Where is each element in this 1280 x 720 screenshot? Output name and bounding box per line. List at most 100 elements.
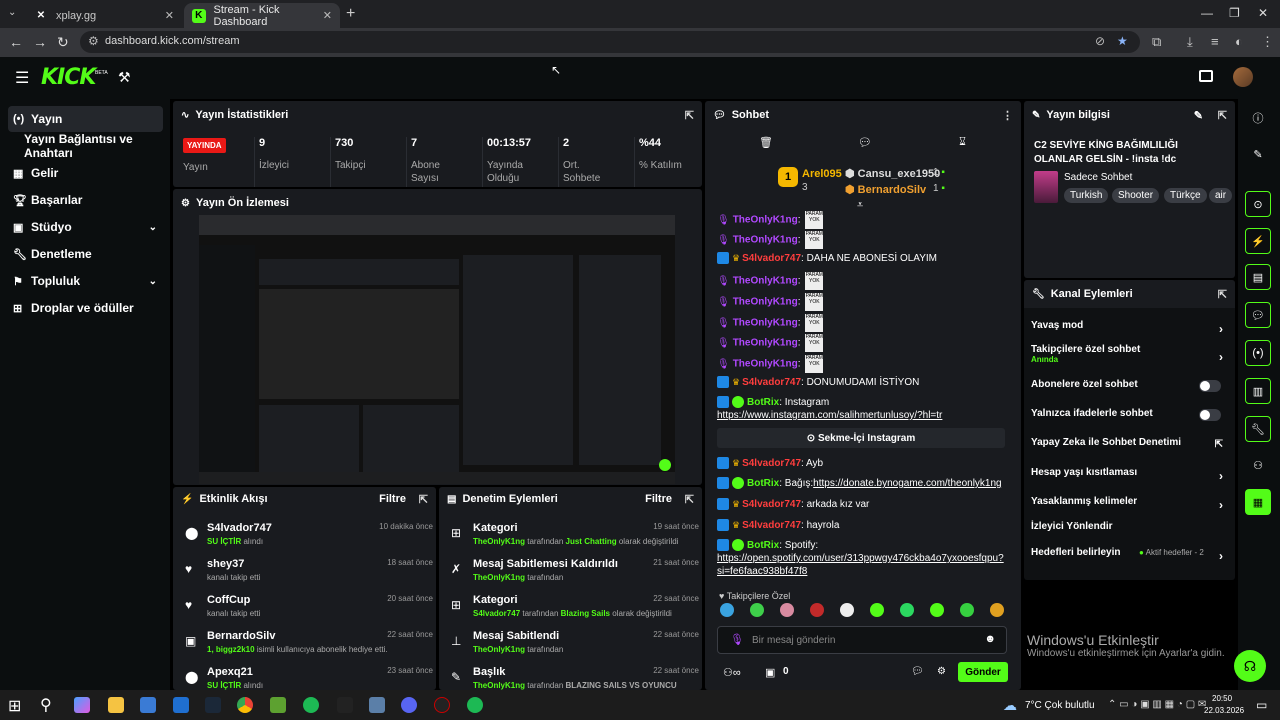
- event-user[interactable]: shey37: [207, 558, 244, 570]
- clock-time[interactable]: 20:50: [1212, 694, 1232, 703]
- emote[interactable]: [930, 603, 944, 617]
- bookmark-star-icon[interactable]: ★: [1117, 34, 1128, 48]
- sidebar-item-yayin[interactable]: (•) Yayın: [8, 106, 163, 132]
- emote[interactable]: [720, 603, 734, 617]
- app-icon[interactable]: [337, 697, 353, 713]
- sidebar-item-basarilar[interactable]: 🏆︎ Başarılar: [8, 187, 163, 213]
- menu-icon[interactable]: ⋮: [1261, 34, 1274, 50]
- tab-xplay[interactable]: ✕ xplay.gg ✕: [26, 3, 182, 28]
- trash-icon[interactable]: 🗑︎: [759, 136, 773, 149]
- emoji-icon[interactable]: ☻: [984, 633, 996, 645]
- emote[interactable]: [870, 603, 884, 617]
- profile-icon[interactable]: ◐: [1235, 34, 1243, 49]
- instagram-link[interactable]: https://www.instagram.com/salihmertunlus…: [717, 410, 942, 421]
- site-info-icon[interactable]: ⚙: [88, 34, 99, 48]
- back-icon[interactable]: ←: [9, 34, 23, 50]
- weather-text[interactable]: 7°C Çok bulutlu: [1025, 700, 1095, 711]
- popout-icon[interactable]: ⇱: [685, 109, 694, 122]
- donate-link[interactable]: https://donate.bynogame.com/theonlyk1ng: [813, 478, 1001, 489]
- clapper-icon[interactable]: ▦: [1245, 489, 1271, 515]
- app-icon[interactable]: [369, 697, 385, 713]
- new-tab-icon[interactable]: +: [346, 5, 355, 23]
- emote[interactable]: [840, 603, 854, 617]
- sidebar-item-gelir[interactable]: ▦ Gelir: [8, 160, 163, 186]
- close-tab-icon[interactable]: ✕: [165, 9, 174, 22]
- avatar[interactable]: [1233, 67, 1253, 87]
- instagram-button[interactable]: ⊙ Sekme-İçi Instagram: [717, 428, 1005, 448]
- filter-button[interactable]: Filtre: [645, 493, 672, 505]
- file-explorer-icon[interactable]: [108, 697, 124, 713]
- action-followers-only[interactable]: Takipçilere özel sohbet Anında ›: [1031, 344, 1223, 372]
- more-icon[interactable]: ⋮: [1002, 109, 1013, 122]
- info-icon[interactable]: ⓘ: [1245, 105, 1271, 131]
- event-user[interactable]: S4lvador747: [207, 522, 272, 534]
- hammer-icon[interactable]: ⚒: [118, 69, 131, 86]
- extensions-icon[interactable]: ⧉: [1152, 34, 1161, 50]
- help-icon[interactable]: ☊: [1234, 650, 1266, 682]
- search-icon[interactable]: ⚲: [40, 695, 52, 715]
- emotes-only-toggle[interactable]: [1199, 409, 1221, 421]
- popout-icon[interactable]: ⇱: [419, 493, 428, 506]
- close-tab-icon[interactable]: ✕: [323, 9, 332, 22]
- weather-icon[interactable]: ☁: [1003, 697, 1017, 714]
- discord-icon[interactable]: [401, 697, 417, 713]
- app-icon[interactable]: [434, 697, 450, 713]
- event-user[interactable]: CoffCup: [207, 594, 250, 606]
- steam-icon[interactable]: [205, 697, 221, 713]
- outlook-icon[interactable]: [173, 697, 189, 713]
- address-bar[interactable]: ⚙ dashboard.kick.com/stream ⊘ ★: [80, 31, 1140, 53]
- stream-info-icon[interactable]: ▥: [1245, 378, 1271, 404]
- media-icon[interactable]: ≡: [1211, 34, 1219, 49]
- action-emotes-only[interactable]: Yalnızca ifadelerle sohbet: [1031, 408, 1223, 428]
- stream-preview[interactable]: [199, 215, 675, 484]
- community-icon[interactable]: ⚇: [1245, 452, 1271, 478]
- spotify-icon[interactable]: [467, 697, 483, 713]
- spotify-link[interactable]: https://open.spotify.com/user/313ppwgy47…: [717, 553, 1004, 577]
- emote[interactable]: [960, 603, 974, 617]
- preview-toggle-icon[interactable]: ⊙: [1245, 191, 1271, 217]
- tab-search-icon[interactable]: ⌄: [8, 7, 16, 18]
- windows-start-icon[interactable]: ⊞: [8, 696, 21, 716]
- forward-icon[interactable]: →: [33, 34, 47, 50]
- points-icon[interactable]: ⚇∞: [723, 666, 741, 679]
- speech-icon[interactable]: 💬︎: [858, 136, 872, 149]
- emote[interactable]: [780, 603, 794, 617]
- lightning-icon[interactable]: ⚡: [1245, 228, 1271, 254]
- close-window-icon[interactable]: ✕: [1258, 6, 1268, 20]
- action-goals[interactable]: Hedefleri belirleyin ● Aktif hedefler - …: [1031, 547, 1223, 567]
- download-icon[interactable]: ⤓: [1187, 34, 1193, 50]
- emote[interactable]: [810, 603, 824, 617]
- broadcast-icon[interactable]: (•): [1245, 340, 1271, 366]
- emote[interactable]: [750, 603, 764, 617]
- chrome-icon[interactable]: [237, 697, 253, 713]
- notifications-icon[interactable]: ▭: [1256, 698, 1267, 712]
- app-icon[interactable]: [270, 697, 286, 713]
- action-host[interactable]: İzleyici Yönlendir: [1031, 521, 1223, 541]
- eye-off-icon[interactable]: ⊘: [1095, 34, 1105, 48]
- sidebar-item-studyo[interactable]: ▣ Stüdyo ⌄: [8, 214, 163, 240]
- action-slow-mode[interactable]: Yavaş mod ›: [1031, 320, 1223, 340]
- leader-second-name[interactable]: ⬢ Cansu_exe1950: [845, 167, 940, 180]
- tray-icons[interactable]: ⌃ ▭ ◑ ▣ ▥ ▦ ◔ ▢ ✉: [1108, 699, 1206, 710]
- leader-third-name[interactable]: ⬢ BernardoSilv: [845, 183, 926, 196]
- chat-icon[interactable]: 💬︎: [1245, 302, 1271, 328]
- maximize-icon[interactable]: ❐: [1229, 6, 1240, 20]
- edit-icon[interactable]: ✎: [1194, 109, 1203, 122]
- reload-icon[interactable]: ↻: [57, 34, 69, 51]
- popout-icon[interactable]: ⇱: [1218, 109, 1227, 122]
- edit-icon[interactable]: ✎: [1245, 141, 1271, 167]
- popout-icon[interactable]: ⇱: [685, 493, 694, 506]
- copilot-icon[interactable]: [74, 697, 90, 713]
- hamburger-menu-icon[interactable]: ☰: [15, 68, 29, 88]
- store-icon[interactable]: [140, 697, 156, 713]
- kick-logo[interactable]: KICK: [41, 65, 96, 90]
- chat-bubble-icon[interactable]: 💬︎: [911, 666, 924, 677]
- tab-kick-dashboard[interactable]: K Stream - Kick Dashboard ✕: [184, 3, 340, 28]
- sidebar-item-topluluk[interactable]: ⚑ Topluluk ⌄: [8, 268, 163, 294]
- action-account-age[interactable]: Hesap yaşı kısıtlaması ›: [1031, 467, 1223, 487]
- emote[interactable]: [900, 603, 914, 617]
- wrench-icon[interactable]: 🔧︎: [1245, 416, 1271, 442]
- subs-only-toggle[interactable]: [1199, 380, 1221, 392]
- leader-first-name[interactable]: Arel095: [802, 168, 842, 180]
- emote[interactable]: [990, 603, 1004, 617]
